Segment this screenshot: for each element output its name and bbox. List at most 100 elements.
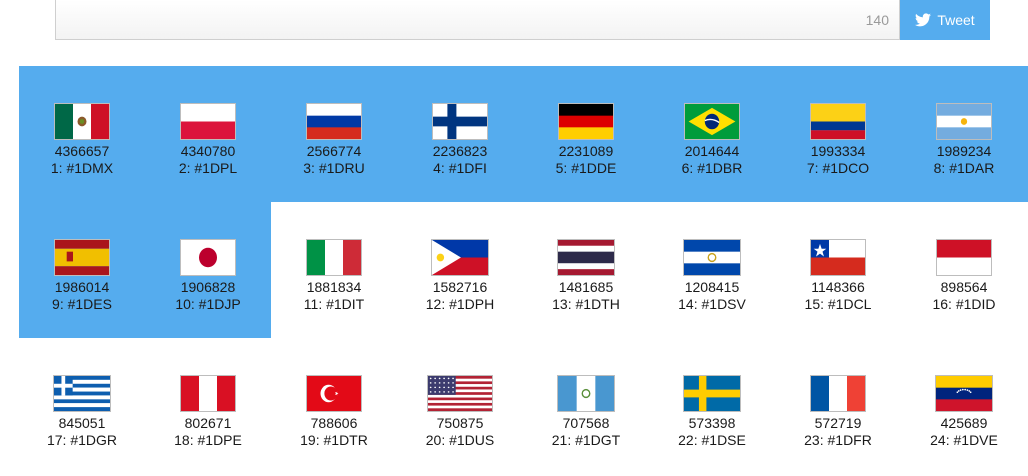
rank-hashtag: 15: #1DCL xyxy=(804,296,872,312)
country-tile[interactable]: 4340780 2: #1DPL xyxy=(145,103,271,193)
country-tile[interactable]: 1148366 15: #1DCL xyxy=(775,239,901,329)
country-tile[interactable]: 802671 18: #1DPE xyxy=(145,375,271,465)
rank-hashtag: 16: #1DID xyxy=(932,296,996,312)
twitter-bird-icon xyxy=(915,13,932,27)
rank-hashtag: 4: #1DFI xyxy=(433,160,487,176)
brazil-flag xyxy=(684,103,740,140)
rank-hashtag: 1: #1DMX xyxy=(50,160,114,176)
tweet-count: 1993334 xyxy=(810,143,866,159)
tweet-count: 1986014 xyxy=(54,279,110,295)
tweet-count: 2014644 xyxy=(684,143,740,159)
usa-flag xyxy=(427,375,493,412)
tweet-count: 4366657 xyxy=(54,143,110,159)
country-tile[interactable]: 1989234 8: #1DAR xyxy=(901,103,1027,193)
thailand-flag xyxy=(557,239,615,276)
rank-hashtag: 17: #1DGR xyxy=(46,432,118,448)
country-tile[interactable]: 1582716 12: #1DPH xyxy=(397,239,523,329)
turkey-flag xyxy=(306,375,362,412)
peru-flag xyxy=(180,375,236,412)
rank-hashtag: 12: #1DPH xyxy=(425,296,495,312)
rank-hashtag: 9: #1DES xyxy=(52,296,112,312)
country-tile[interactable]: 1906828 10: #1DJP xyxy=(145,239,271,329)
russia-flag xyxy=(306,103,362,140)
chile-flag xyxy=(810,239,866,276)
tweet-button-label: Tweet xyxy=(937,12,975,28)
tweet-count: 788606 xyxy=(310,415,358,431)
rank-hashtag: 22: #1DSE xyxy=(678,432,746,448)
guatemala-flag xyxy=(557,375,615,412)
japan-flag xyxy=(180,239,236,276)
country-tile[interactable]: 4366657 1: #1DMX xyxy=(19,103,145,193)
country-tile[interactable]: 788606 19: #1DTR xyxy=(271,375,397,465)
rank-hashtag: 21: #1DGT xyxy=(551,432,621,448)
spain-flag xyxy=(54,239,110,276)
rank-hashtag: 7: #1DCO xyxy=(806,160,870,176)
indonesia-flag xyxy=(936,239,992,276)
country-tile[interactable]: 2231089 5: #1DDE xyxy=(523,103,649,193)
country-tile[interactable]: 1986014 9: #1DES xyxy=(19,239,145,329)
tweet-count: 4340780 xyxy=(180,143,236,159)
finland-flag xyxy=(432,103,488,140)
tweet-count: 802671 xyxy=(184,415,232,431)
el-salvador-flag xyxy=(683,239,741,276)
rank-hashtag: 18: #1DPE xyxy=(174,432,242,448)
rank-hashtag: 20: #1DUS xyxy=(425,432,495,448)
tweet-count: 1989234 xyxy=(936,143,992,159)
country-tile[interactable]: 573398 22: #1DSE xyxy=(649,375,775,465)
rank-hashtag: 13: #1DTH xyxy=(552,296,620,312)
tweet-button[interactable]: Tweet xyxy=(900,0,990,40)
rank-hashtag: 24: #1DVE xyxy=(930,432,998,448)
tweet-count: 845051 xyxy=(58,415,106,431)
rank-hashtag: 23: #1DFR xyxy=(804,432,872,448)
tweet-count: 1208415 xyxy=(684,279,740,295)
country-tile[interactable]: 2014644 6: #1DBR xyxy=(649,103,775,193)
tweet-count: 1481685 xyxy=(558,279,614,295)
mexico-flag xyxy=(54,103,110,140)
country-tile[interactable]: 2566774 3: #1DRU xyxy=(271,103,397,193)
country-tile[interactable]: 2236823 4: #1DFI xyxy=(397,103,523,193)
venezuela-flag xyxy=(935,375,993,412)
country-tile[interactable]: 898564 16: #1DID xyxy=(901,239,1027,329)
greece-flag xyxy=(53,375,111,412)
france-flag xyxy=(810,375,866,412)
tweet-count: 750875 xyxy=(436,415,484,431)
tweet-count: 1582716 xyxy=(432,279,488,295)
rank-hashtag: 2: #1DPL xyxy=(178,160,238,176)
tweet-count: 2231089 xyxy=(558,143,614,159)
tweet-count: 2566774 xyxy=(306,143,362,159)
rank-hashtag: 19: #1DTR xyxy=(300,432,368,448)
tweet-count: 572719 xyxy=(814,415,862,431)
tweet-count: 425689 xyxy=(940,415,988,431)
country-tile[interactable]: 572719 23: #1DFR xyxy=(775,375,901,465)
tweet-count: 1906828 xyxy=(180,279,236,295)
tweet-textarea[interactable]: 140 xyxy=(55,0,900,40)
country-tile[interactable]: 1208415 14: #1DSV xyxy=(649,239,775,329)
country-tile[interactable]: 1481685 13: #1DTH xyxy=(523,239,649,329)
country-tile[interactable]: 750875 20: #1DUS xyxy=(397,375,523,465)
country-tile[interactable]: 1881834 11: #1DIT xyxy=(271,239,397,329)
philippines-flag xyxy=(431,239,489,276)
rank-hashtag: 10: #1DJP xyxy=(175,296,241,312)
rank-hashtag: 6: #1DBR xyxy=(681,160,743,176)
char-counter: 140 xyxy=(865,12,889,28)
tweet-count: 1148366 xyxy=(811,279,865,295)
country-tile[interactable]: 707568 21: #1DGT xyxy=(523,375,649,465)
tweet-count: 898564 xyxy=(940,279,988,295)
tweet-count: 707568 xyxy=(562,415,610,431)
sweden-flag xyxy=(683,375,741,412)
rank-hashtag: 5: #1DDE xyxy=(555,160,617,176)
rank-hashtag: 14: #1DSV xyxy=(678,296,746,312)
rank-hashtag: 3: #1DRU xyxy=(303,160,365,176)
rank-hashtag: 11: #1DIT xyxy=(303,296,365,312)
country-tile[interactable]: 1993334 7: #1DCO xyxy=(775,103,901,193)
poland-flag xyxy=(180,103,236,140)
germany-flag xyxy=(558,103,614,140)
rank-hashtag: 8: #1DAR xyxy=(933,160,995,176)
country-tile[interactable]: 425689 24: #1DVE xyxy=(901,375,1027,465)
country-tile[interactable]: 845051 17: #1DGR xyxy=(19,375,145,465)
tweet-count: 573398 xyxy=(688,415,736,431)
tweet-count: 2236823 xyxy=(432,143,488,159)
argentina-flag xyxy=(936,103,992,140)
italy-flag xyxy=(306,239,362,276)
tweet-count: 1881834 xyxy=(306,279,362,295)
